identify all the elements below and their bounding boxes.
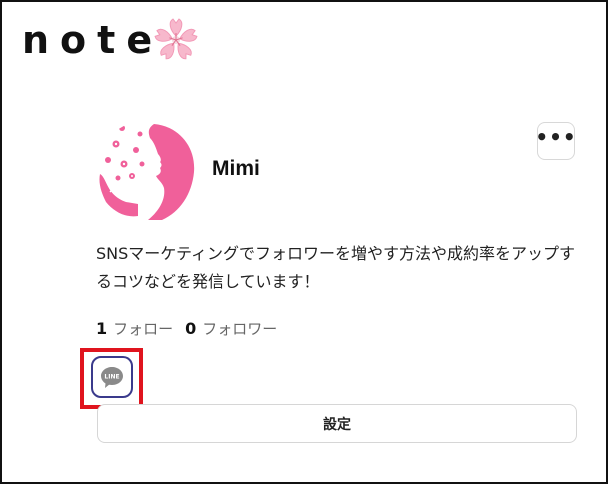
line-icon: LINE: [101, 367, 123, 388]
follow-count[interactable]: 1: [96, 319, 107, 338]
follow-stats: 1 フォロー 0 フォロワー: [96, 318, 289, 339]
avatar[interactable]: [96, 120, 200, 224]
follow-label[interactable]: フォロー: [113, 318, 173, 339]
page-frame: note Mimi ••• SNSマーケティングでフォロワーを増やす方法や成約率…: [0, 0, 608, 484]
follower-label[interactable]: フォロワー: [202, 318, 277, 339]
line-icon-label: LINE: [104, 374, 119, 381]
profile-bio: SNSマーケティングでフォロワーを増やす方法や成約率をアップするコツなどを発信し…: [96, 244, 576, 291]
sakura-icon: [154, 18, 198, 60]
woman-silhouette-flowers-avatar: [99, 124, 195, 220]
settings-label: 設定: [323, 416, 351, 433]
logo-text: note: [22, 18, 164, 62]
line-link-button[interactable]: LINE: [91, 356, 133, 398]
note-logo[interactable]: note: [22, 16, 163, 64]
more-horizontal-icon: •••: [535, 125, 577, 149]
follower-count[interactable]: 0: [185, 319, 196, 338]
username: Mimi: [212, 157, 260, 180]
settings-button[interactable]: 設定: [97, 404, 577, 443]
more-options-button[interactable]: •••: [535, 122, 577, 160]
